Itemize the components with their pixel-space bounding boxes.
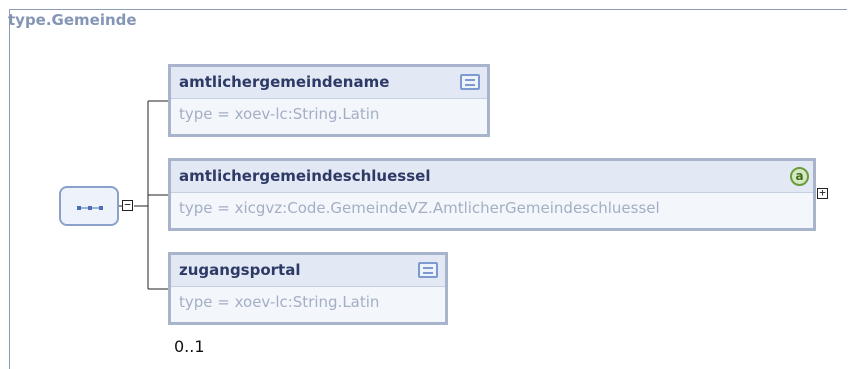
documentation-icon <box>460 74 480 90</box>
expand-toggle[interactable]: + <box>817 187 828 199</box>
element-name: amtlichergemeindename <box>179 73 390 91</box>
element-zugangsportal[interactable]: zugangsportal type = xoev-lc:String.Lati… <box>168 252 448 325</box>
element-name: amtlichergemeindeschluessel <box>179 167 431 185</box>
documentation-icon <box>418 262 438 278</box>
element-name: zugangsportal <box>179 261 301 279</box>
sequence-dots-icon <box>77 206 103 210</box>
element-type: type = xoev-lc:String.Latin <box>179 105 380 123</box>
sequence-compositor[interactable] <box>59 186 119 226</box>
element-amtlichergemeindename[interactable]: amtlichergemeindename type = xoev-lc:Str… <box>168 64 490 137</box>
element-type: type = xicgvz:Code.GemeindeVZ.AmtlicherG… <box>179 199 660 217</box>
collapse-toggle[interactable]: − <box>122 199 133 211</box>
element-amtlichergemeindeschluessel[interactable]: amtlichergemeindeschluessel a type = xic… <box>168 158 816 231</box>
element-type: type = xoev-lc:String.Latin <box>179 293 380 311</box>
cardinality-label: 0..1 <box>174 337 205 356</box>
attribute-icon: a <box>790 167 809 186</box>
